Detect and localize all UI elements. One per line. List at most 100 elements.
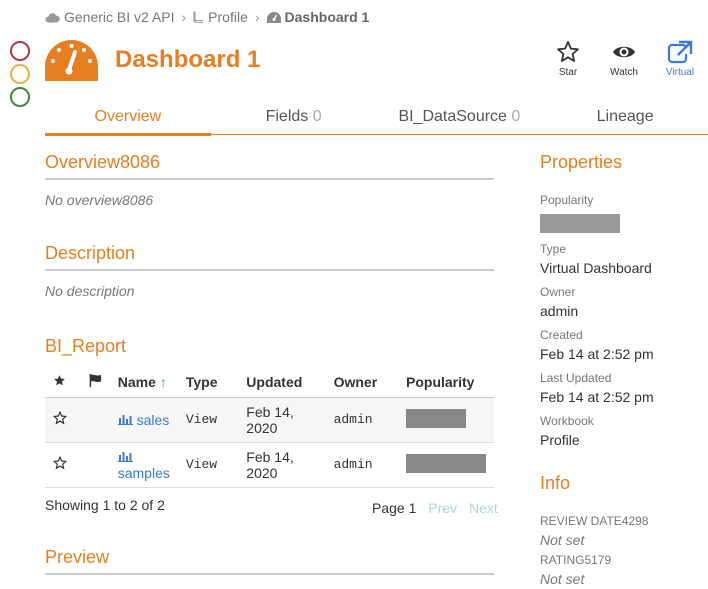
popularity-bar	[540, 214, 620, 233]
properties-heading: Properties	[540, 152, 623, 172]
overview-text: No overview8086	[45, 192, 154, 208]
minimize-window-button[interactable]	[10, 64, 30, 84]
virtual-button[interactable]: Virtual	[652, 40, 708, 78]
last-updated-label: Last Updated	[540, 371, 612, 385]
tab-bi-datasource[interactable]: BI_DataSource 0	[377, 100, 543, 134]
name-cell[interactable]: sales	[109, 397, 178, 443]
workbook-value[interactable]: Profile	[540, 432, 580, 448]
info-heading: Info	[540, 473, 571, 493]
column-label: Owner	[333, 374, 378, 391]
type-cell: View	[177, 442, 239, 488]
owner-label: Owner	[540, 285, 576, 299]
showing-count: Showing 1 to 2 of 2	[45, 497, 165, 513]
header-actions: Star Watch Virtual	[540, 40, 708, 78]
table-row: sales View Feb 14, 2020 admin	[45, 397, 494, 443]
next-page-button[interactable]: Next	[469, 500, 498, 516]
pagination: Page 1 Prev Next	[372, 500, 498, 516]
external-link-icon	[667, 40, 693, 64]
sort-ascending-icon: ↑	[159, 374, 167, 391]
flag-cell	[80, 397, 110, 443]
gauge-icon	[45, 40, 98, 81]
last-updated-value: Feb 14 at 2:52 pm	[540, 389, 654, 405]
owner-cell: admin	[325, 397, 398, 443]
tab-label: BI_DataSource	[398, 108, 507, 125]
watch-label: Watch	[610, 67, 638, 78]
description-heading: Description	[45, 243, 494, 271]
updated-column-header[interactable]: Updated	[238, 368, 326, 398]
favorite-cell[interactable]	[45, 442, 81, 488]
column-label: Type	[185, 374, 218, 391]
maximize-window-button[interactable]	[10, 87, 30, 107]
updated-cell: Feb 14, 2020	[238, 442, 326, 488]
bi-report-table: Name ↑ Type Updated Owner Popularity sal…	[45, 368, 494, 488]
created-label: Created	[540, 328, 583, 342]
breadcrumb-label: Generic BI v2 API	[64, 9, 175, 25]
bi-report-heading: BI_Report	[45, 336, 127, 356]
report-name-link[interactable]: samples	[118, 465, 170, 481]
favorite-column-header[interactable]	[45, 368, 81, 398]
column-label: Popularity	[406, 374, 475, 391]
breadcrumb-separator: ›	[254, 9, 260, 25]
name-cell[interactable]: samples	[109, 442, 178, 488]
description-text: No description	[45, 283, 135, 299]
breadcrumb-item[interactable]: Profile	[193, 9, 248, 25]
tab-label: Overview	[94, 108, 162, 125]
tab-label: Lineage	[596, 108, 654, 125]
tab-bar: Overview Fields 0 BI_DataSource 0 Lineag…	[45, 100, 708, 136]
name-column-header[interactable]: Name ↑	[109, 368, 178, 398]
report-name-link[interactable]: sales	[137, 412, 170, 428]
created-value: Feb 14 at 2:52 pm	[540, 346, 654, 362]
owner-cell: admin	[325, 442, 398, 488]
page-indicator: Page 1	[372, 500, 417, 516]
updated-date: Feb 14,	[246, 448, 294, 465]
page-title: Dashboard 1	[115, 46, 261, 73]
overview-heading: Overview8086	[45, 152, 494, 180]
star-filled-icon	[54, 375, 65, 386]
owner-column-header[interactable]: Owner	[325, 368, 398, 398]
close-window-button[interactable]	[10, 41, 30, 61]
popularity-label: Popularity	[540, 193, 594, 207]
table-row: samples View Feb 14, 2020 admin	[45, 442, 494, 488]
tab-count: 0	[312, 108, 322, 125]
breadcrumb-item[interactable]: Generic BI v2 API	[45, 9, 175, 25]
flag-icon	[89, 374, 101, 388]
star-icon	[557, 41, 579, 62]
review-date-label: REVIEW DATE4298	[540, 514, 649, 528]
prev-page-button[interactable]: Prev	[428, 500, 457, 516]
popularity-cell	[398, 397, 494, 443]
updated-date: Feb 14,	[246, 403, 294, 420]
column-label: Updated	[246, 374, 303, 391]
tab-lineage[interactable]: Lineage	[542, 100, 708, 134]
book-icon	[193, 11, 204, 23]
updated-year: 2020	[246, 419, 278, 436]
cloud-icon	[45, 12, 60, 22]
star-label: Star	[558, 67, 578, 78]
workbook-label: Workbook	[540, 414, 594, 428]
star-outline-icon	[52, 455, 68, 470]
type-label: Type	[540, 242, 567, 256]
eye-icon	[613, 46, 635, 58]
rating-label: RATING5179	[540, 553, 612, 567]
breadcrumb-separator: ›	[181, 9, 187, 25]
type-value: Virtual Dashboard	[540, 260, 652, 276]
review-date-value: Not set	[540, 532, 585, 548]
star-outline-icon	[52, 410, 68, 425]
type-cell: View	[177, 397, 239, 443]
tab-overview[interactable]: Overview	[45, 100, 211, 136]
type-column-header[interactable]: Type	[177, 368, 239, 398]
flag-column-header[interactable]	[80, 368, 110, 398]
popularity-bar	[406, 453, 486, 473]
popularity-column-header[interactable]: Popularity	[398, 368, 494, 398]
flag-cell	[80, 442, 110, 488]
tab-fields[interactable]: Fields 0	[211, 100, 377, 134]
tab-count: 0	[511, 108, 521, 125]
updated-year: 2020	[246, 464, 278, 481]
rating-value: Not set	[540, 571, 585, 587]
favorite-cell[interactable]	[45, 397, 81, 443]
watch-button[interactable]: Watch	[596, 40, 652, 78]
popularity-bar	[406, 408, 466, 428]
star-button[interactable]: Star	[540, 40, 596, 78]
popularity-cell	[398, 442, 494, 488]
owner-value: admin	[540, 303, 579, 319]
breadcrumb-label: Dashboard 1	[284, 9, 370, 25]
